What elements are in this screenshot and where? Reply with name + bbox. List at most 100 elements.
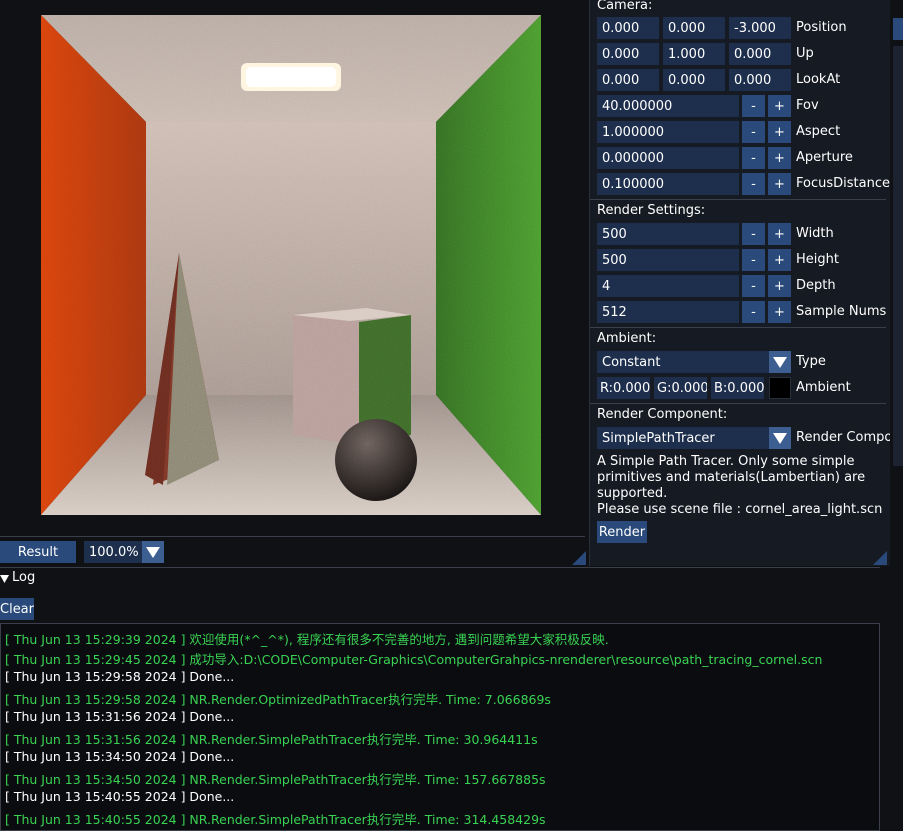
resize-grip-icon[interactable] (572, 551, 586, 565)
zoom-dropdown-button[interactable] (142, 541, 164, 563)
height-decrement-button[interactable]: - (742, 249, 765, 271)
lookat-x-field[interactable]: 0.000 (597, 69, 659, 91)
aspect-field[interactable]: 1.000000 (597, 121, 739, 143)
adjacent-window-scrollbar[interactable] (893, 46, 903, 466)
lookat-label: LookAt (796, 72, 841, 87)
height-field[interactable]: 500 (597, 249, 739, 271)
description-line-1: A Simple Path Tracer. Only some simple (597, 454, 855, 469)
lookat-z-field[interactable]: 0.000 (729, 69, 791, 91)
fov-decrement-button[interactable]: - (742, 95, 765, 117)
camera-section-label: Camera: (597, 0, 653, 13)
clear-log-button-label: Clear (0, 601, 34, 617)
aspect-decrement-button[interactable]: - (742, 121, 765, 143)
adjacent-window-edge (891, 0, 903, 831)
aspect-label: Aspect (796, 124, 841, 139)
focus-increment-button[interactable]: + (768, 173, 791, 195)
up-label: Up (796, 46, 814, 61)
lookat-y-field[interactable]: 0.000 (663, 69, 725, 91)
camera-separator (590, 199, 886, 200)
position-x-field[interactable]: 0.000 (597, 17, 659, 39)
render-component-section-label: Render Component: (597, 407, 728, 422)
sample-nums-field[interactable]: 512 (597, 301, 739, 323)
ambient-type-dropdown-button[interactable] (769, 351, 791, 373)
ambient-separator (590, 403, 886, 404)
depth-decrement-button[interactable]: - (742, 275, 765, 297)
ambient-b-field[interactable]: B:0.000 (711, 377, 764, 399)
adjacent-window-field (893, 18, 903, 40)
render-component-value: SimplePathTracer (602, 430, 715, 446)
render-result-image (41, 15, 541, 515)
ambient-color-swatch[interactable] (769, 377, 791, 399)
width-decrement-button[interactable]: - (742, 223, 765, 245)
zoom-combo[interactable]: 100.0% (84, 541, 142, 563)
aperture-label: Aperture (796, 150, 853, 165)
position-y-field[interactable]: 0.000 (663, 17, 725, 39)
log-line: [ Thu Jun 13 15:40:55 2024 ] Done... (5, 789, 235, 804)
samples-increment-button[interactable]: + (768, 301, 791, 323)
fov-label: Fov (796, 98, 819, 113)
result-toolbar: Result 100.0% (0, 536, 588, 565)
log-line: [ Thu Jun 13 15:31:56 2024 ] NR.Render.S… (5, 732, 538, 747)
samples-decrement-button[interactable]: - (742, 301, 765, 323)
resize-grip-icon[interactable] (873, 551, 887, 565)
height-increment-button[interactable]: + (768, 249, 791, 271)
log-title: Log (12, 570, 36, 585)
description-line-4: Please use scene file : cornel_area_ligh… (597, 502, 883, 517)
ambient-g-field[interactable]: G:0.000 (654, 377, 707, 399)
position-z-field[interactable]: -3.000 (729, 17, 791, 39)
focus-distance-label: FocusDistance (796, 176, 890, 191)
chevron-down-icon (146, 546, 160, 558)
description-line-2: primitives and materials(Lambertian) are (597, 470, 866, 485)
ambient-r-field[interactable]: R:0.000 (597, 377, 650, 399)
result-button-label: Result (17, 544, 59, 560)
ambient-section-label: Ambient: (597, 331, 657, 346)
focus-decrement-button[interactable]: - (742, 173, 765, 195)
log-line: [ Thu Jun 13 15:34:50 2024 ] Done... (5, 749, 235, 764)
up-x-field[interactable]: 0.000 (597, 43, 659, 65)
log-line: [ Thu Jun 13 15:34:50 2024 ] NR.Render.S… (5, 772, 546, 787)
log-line: [ Thu Jun 13 15:29:58 2024 ] NR.Render.O… (5, 692, 551, 707)
log-line: [ Thu Jun 13 15:31:56 2024 ] Done... (5, 709, 235, 724)
chevron-down-icon (773, 432, 787, 444)
fov-increment-button[interactable]: + (768, 95, 791, 117)
ambient-type-combo[interactable]: Constant (597, 351, 769, 373)
log-output: [ Thu Jun 13 15:29:39 2024 ] 欢迎使用(*^_^*)… (0, 623, 880, 831)
ambient-type-value: Constant (602, 354, 661, 370)
result-button[interactable]: Result (0, 541, 76, 563)
render-view-pane: Result 100.0% (0, 0, 588, 566)
render-settings-separator (590, 327, 886, 328)
render-component-combo[interactable]: SimplePathTracer (597, 427, 769, 449)
aperture-field[interactable]: 0.000000 (597, 147, 739, 169)
collapse-arrow-icon[interactable] (0, 574, 10, 584)
aspect-increment-button[interactable]: + (768, 121, 791, 143)
depth-label: Depth (796, 278, 836, 293)
log-line: [ Thu Jun 13 15:40:55 2024 ] NR.Render.S… (5, 812, 546, 827)
position-label: Position (796, 20, 847, 35)
sample-nums-label: Sample Nums (796, 304, 887, 319)
up-y-field[interactable]: 1.000 (663, 43, 725, 65)
fov-field[interactable]: 40.000000 (597, 95, 739, 117)
zoom-value: 100.0% (89, 544, 139, 560)
up-z-field[interactable]: 0.000 (729, 43, 791, 65)
render-settings-section-label: Render Settings: (597, 203, 706, 218)
aperture-increment-button[interactable]: + (768, 147, 791, 169)
render-button-label: Render (598, 524, 646, 540)
depth-field[interactable]: 4 (597, 275, 739, 297)
log-line: [ Thu Jun 13 15:29:45 2024 ] 成功导入:D:\COD… (5, 652, 823, 667)
focus-distance-field[interactable]: 0.100000 (597, 173, 739, 195)
ambient-type-label: Type (796, 354, 826, 369)
aperture-decrement-button[interactable]: - (742, 147, 765, 169)
depth-increment-button[interactable]: + (768, 275, 791, 297)
log-line: [ Thu Jun 13 15:29:58 2024 ] Done... (5, 669, 235, 684)
log-line: [ Thu Jun 13 15:29:39 2024 ] 欢迎使用(*^_^*)… (5, 632, 609, 647)
width-increment-button[interactable]: + (768, 223, 791, 245)
ambient-label: Ambient (796, 380, 851, 395)
render-button[interactable]: Render (597, 521, 647, 543)
log-scrollbar-track[interactable] (880, 567, 890, 831)
width-field[interactable]: 500 (597, 223, 739, 245)
clear-log-button[interactable]: Clear (0, 598, 34, 620)
render-component-dropdown-button[interactable] (769, 427, 791, 449)
log-header[interactable]: Log (0, 567, 889, 590)
height-label: Height (796, 252, 839, 267)
settings-pane: Camera: 0.000 0.000 -3.000 Position 0.00… (589, 0, 890, 566)
